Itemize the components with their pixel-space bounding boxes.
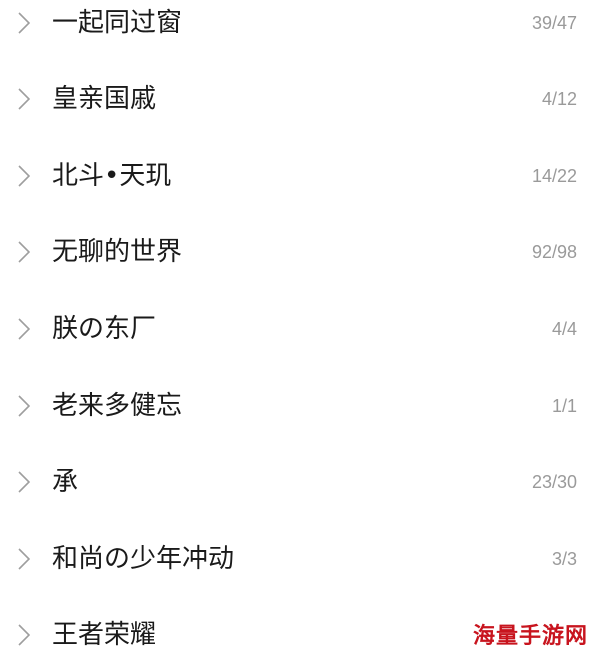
group-count: 92/98 bbox=[531, 242, 577, 262]
chevron-right-icon bbox=[18, 241, 30, 263]
chevron-right-icon bbox=[18, 471, 30, 493]
group-name: 一起同过窗 bbox=[52, 8, 183, 38]
group-name: 王者荣耀 bbox=[52, 620, 157, 650]
group-list: 一起同过窗 39/47 皇亲国戚 4/12 北斗•天玑 14/22 无聊的世界 … bbox=[0, 0, 594, 652]
chevron-right-icon bbox=[18, 624, 30, 646]
group-row-1[interactable]: 皇亲国戚 4/12 bbox=[0, 61, 594, 137]
chevron-right-icon bbox=[18, 12, 30, 34]
group-name: 老来多健忘 bbox=[52, 391, 183, 421]
group-row-4[interactable]: 朕の东厂 4/4 bbox=[0, 291, 594, 367]
group-name: 无聊的世界 bbox=[52, 237, 183, 267]
chevron-right-icon bbox=[18, 165, 30, 187]
group-count: 3/3 bbox=[551, 549, 577, 569]
group-count: 14/22 bbox=[531, 166, 577, 186]
group-name: 皇亲国戚 bbox=[52, 84, 157, 114]
group-count: 4/4 bbox=[551, 319, 577, 339]
group-count: 39/47 bbox=[531, 13, 577, 33]
group-name: 承 bbox=[52, 467, 79, 497]
chevron-right-icon bbox=[18, 395, 30, 417]
chevron-right-icon bbox=[18, 318, 30, 340]
group-row-3[interactable]: 无聊的世界 92/98 bbox=[0, 214, 594, 290]
group-row-2[interactable]: 北斗•天玑 14/22 bbox=[0, 138, 594, 214]
group-name: 和尚の少年冲动 bbox=[52, 544, 235, 574]
chevron-right-icon bbox=[18, 548, 30, 570]
group-name: 北斗•天玑 bbox=[52, 161, 172, 191]
group-row-0[interactable]: 一起同过窗 39/47 bbox=[0, 0, 594, 61]
group-row-5[interactable]: 老来多健忘 1/1 bbox=[0, 368, 594, 444]
group-count: 4/12 bbox=[541, 89, 577, 109]
group-row-6[interactable]: 承 23/30 bbox=[0, 444, 594, 520]
group-row-7[interactable]: 和尚の少年冲动 3/3 bbox=[0, 521, 594, 597]
watermark-logo: 海量手游网 bbox=[472, 624, 588, 649]
group-count: 23/30 bbox=[531, 472, 577, 492]
group-name: 朕の东厂 bbox=[52, 314, 157, 344]
group-count: 1/1 bbox=[551, 396, 577, 416]
chevron-right-icon bbox=[18, 88, 30, 110]
